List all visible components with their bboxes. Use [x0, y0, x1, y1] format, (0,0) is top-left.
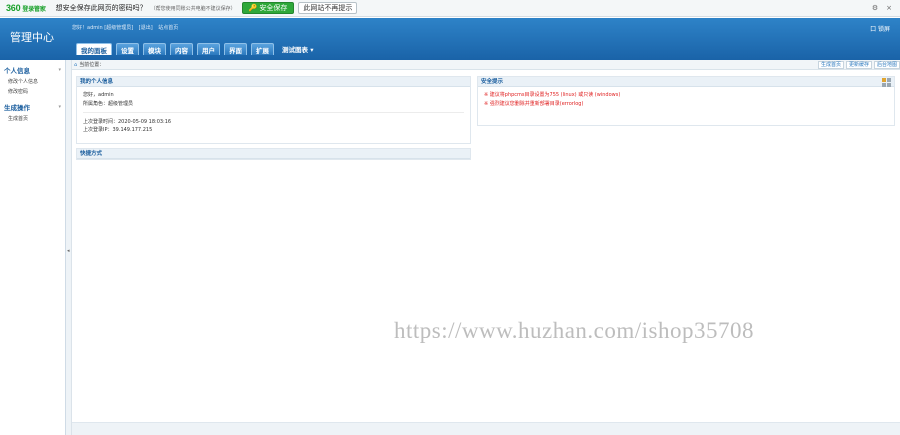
home-icon: ⌂	[74, 61, 78, 68]
grid-tiles-icon	[882, 78, 891, 87]
breadcrumb: ⌂ 当前位置： 生成首页 更新缓存 后台地图	[72, 60, 900, 70]
sidebar: 个人信息 ▾ 修改个人信息 修改密码 生成操作 ▾ 生成首页	[0, 60, 66, 435]
user-line: 您好！admin [超级管理员] [退出] 站点首页	[72, 24, 182, 31]
sidebar-group-generate: 生成操作 ▾ 生成首页	[0, 97, 65, 124]
main-nav: 我的面板 设置 模块 内容 用户 界面 扩展 测试图表 ▾	[76, 43, 318, 55]
sidebar-group-header[interactable]: 个人信息 ▾	[4, 65, 61, 75]
password-save-bar: 360 登录管家 想安全保存此网页的密码吗？ （帮您使用同账公共电脑不建议保存） …	[0, 0, 900, 17]
collapse-arrow-icon: ▾	[58, 67, 61, 73]
save-question: 想安全保存此网页的密码吗？	[55, 4, 147, 12]
panel-title: 快捷方式	[77, 149, 470, 159]
greeting-text: 您好，admin	[83, 92, 114, 98]
admin-map-button[interactable]: 后台地图	[873, 60, 900, 69]
breadcrumb-label: 当前位置：	[79, 62, 105, 68]
sidebar-group-header[interactable]: 生成操作 ▾	[4, 102, 61, 112]
tab-my-panel[interactable]: 我的面板	[76, 43, 112, 55]
my-info-panel: 我的个人信息 您好，admin 所属角色：超级管理员 上次登录时间：2020-0…	[76, 76, 471, 144]
shortcuts-panel: 快捷方式	[76, 148, 471, 160]
safe-save-button[interactable]: 🔑 安全保存	[241, 2, 295, 14]
tab-modules[interactable]: 模块	[143, 43, 166, 55]
tab-content[interactable]: 内容	[170, 43, 193, 55]
sidebar-group-personal: 个人信息 ▾ 修改个人信息 修改密码	[0, 60, 65, 97]
tab-interface[interactable]: 界面	[224, 43, 247, 55]
footer-bar	[72, 422, 900, 435]
logout-link[interactable]: [退出]	[139, 25, 153, 31]
last-login-time: 上次登录时间：2020-05-09 18:03:16	[83, 118, 172, 125]
role-text: 所属角色：超级管理员	[83, 100, 134, 107]
panel-title: 安全提示	[478, 77, 894, 87]
divider	[83, 111, 464, 113]
tab-users[interactable]: 用户	[197, 43, 220, 55]
security-alert: ※ 建议将phpcms目录设置为755 (linux) 或只读 (windows…	[484, 92, 621, 98]
brand-title: 管理中心	[10, 31, 54, 44]
generate-home-button[interactable]: 生成首页	[817, 60, 844, 69]
tab-extensions[interactable]: 扩展	[251, 43, 274, 55]
close-icon[interactable]: ×	[886, 4, 892, 12]
gear-icon[interactable]: ⚙	[872, 4, 878, 12]
sidebar-item-change-password[interactable]: 修改密码	[4, 88, 61, 95]
security-alert: ※ 强烈建议您删除并重新部署目录(errorlog)	[484, 100, 584, 107]
sidebar-item-edit-profile[interactable]: 修改个人信息	[4, 78, 61, 85]
update-cache-button[interactable]: 更新缓存	[845, 60, 872, 69]
sidebar-item-generate-home[interactable]: 生成首页	[4, 115, 61, 122]
watermark: https://www.huzhan.com/ishop35708	[394, 318, 754, 343]
chevron-left-icon: ◂	[67, 248, 70, 254]
collapse-arrow-icon: ▾	[58, 104, 61, 110]
tab-test-chart-dropdown[interactable]: 测试图表 ▾	[278, 43, 318, 55]
user-greeting: 您好！admin [超级管理员]	[72, 25, 134, 31]
site-home-link[interactable]: 站点首页	[158, 25, 178, 31]
lock-screen-button[interactable]: 口 锁屏	[870, 24, 890, 33]
no-prompt-button[interactable]: 此网站不再提示	[298, 2, 358, 14]
admin-header: 管理中心 您好！admin [超级管理员] [退出] 站点首页 口 锁屏 我的面…	[0, 18, 900, 60]
360-logo: 360 登录管家	[6, 3, 46, 13]
save-note: （帮您使用同账公共电脑不建议保存）	[150, 5, 236, 12]
panel-title: 我的个人信息	[77, 77, 470, 87]
key-icon: 🔑	[248, 4, 258, 12]
quick-links: 生成首页 更新缓存 后台地图	[817, 60, 900, 69]
security-panel: 安全提示 ※ 建议将phpcms目录设置为755 (linux) 或只读 (wi…	[477, 76, 895, 126]
tab-settings[interactable]: 设置	[116, 43, 139, 55]
last-login-ip: 上次登录IP：39.149.177.215	[83, 127, 153, 133]
